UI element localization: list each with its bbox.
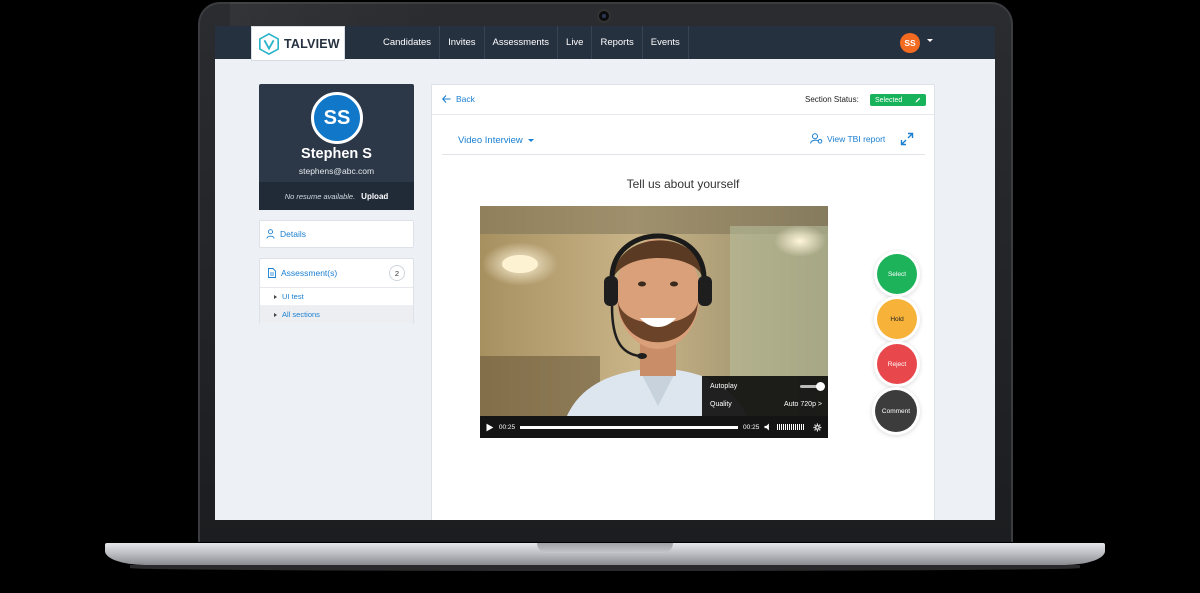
chevron-down-icon[interactable] [927,39,933,42]
select-button[interactable]: Select [877,254,917,294]
details-label: Details [280,229,306,239]
back-label: Back [456,94,475,104]
caret-right-icon [274,294,277,299]
laptop-notch [537,543,673,553]
video-interview-dropdown[interactable]: Video Interview [458,135,534,146]
interview-question: Tell us about yourself [626,177,740,191]
chevron-down-icon [527,139,534,142]
reject-button[interactable]: Reject [877,344,917,384]
logo-text: TALVIEW [284,36,340,51]
nav-item-events[interactable]: Events [643,26,689,59]
user-settings-icon [810,133,823,144]
pencil-icon [915,97,921,103]
toggle-knob [816,382,825,391]
nav-item-live[interactable]: Live [558,26,593,59]
user-avatar[interactable]: SS [900,33,920,53]
autoplay-toggle[interactable] [800,382,825,391]
candidate-name: Stephen S [301,146,372,162]
nav-menu: Candidates Invites Assessments Live Repo… [375,26,689,59]
video-interview-label: Video Interview [458,135,523,146]
autoplay-row[interactable]: Autoplay [710,382,825,391]
resume-status: No resume available. [284,191,356,201]
quality-value: Auto 720p > [784,401,822,408]
assessments-header[interactable]: Assessment(s) 2 [260,259,413,288]
talview-logo-icon [259,32,279,55]
panel-header: Back Section Status: Selected [432,85,934,115]
assessments-label: Assessment(s) [281,268,338,278]
section-tabbar: Video Interview View TBI report [442,125,925,155]
volume-icon[interactable] [764,423,772,431]
upload-resume-link[interactable]: Upload [361,192,388,201]
candidate-avatar: SS [311,92,363,144]
autoplay-label: Autoplay [710,383,738,390]
resume-bar: No resume available. Upload [259,182,414,210]
section-status-label: Section Status: [805,95,859,104]
arrow-left-icon [442,95,451,103]
section-status-badge[interactable]: Selected [870,94,926,106]
caret-right-icon [274,312,277,317]
progress-fill [520,425,739,429]
view-tbi-report-label: View TBI report [827,133,886,144]
document-icon [268,268,276,278]
nav-item-reports[interactable]: Reports [592,26,643,59]
user-icon [266,229,275,239]
webcam-icon [597,9,611,23]
nav-item-candidates[interactable]: Candidates [375,26,441,59]
quality-label: Quality [710,401,732,408]
app-logo[interactable]: TALVIEW [251,26,345,61]
hold-button[interactable]: Hold [877,299,917,339]
assessments-panel: Assessment(s) 2 UI test All sections [259,258,414,324]
progress-bar[interactable] [520,425,739,429]
details-link[interactable]: Details [259,220,414,248]
app-screen: TALVIEW Candidates Invites Assessments L… [215,26,995,520]
assessment-item-all-sections[interactable]: All sections [260,306,413,324]
laptop-foot [130,565,1080,571]
nav-item-assessments[interactable]: Assessments [485,26,559,59]
comment-button[interactable]: Comment [875,390,917,432]
nav-item-invites[interactable]: Invites [440,26,485,59]
assessment-item-ui-test[interactable]: UI test [260,288,413,306]
section-status-value: Selected [875,96,903,104]
player-controls: 00:25 00:25 [480,416,828,438]
quality-row[interactable]: Quality Auto 720p > [710,401,822,408]
assessment-item-label: UI test [282,292,304,301]
current-time: 00:25 [498,423,516,431]
total-time: 00:25 [743,423,760,431]
candidate-email: stephens@abc.com [298,166,375,176]
view-tbi-report-link[interactable]: View TBI report [810,133,885,144]
volume-slider[interactable] [777,424,805,430]
candidate-profile-card: SS Stephen S stephens@abc.com No resume … [259,84,414,210]
review-panel: Back Section Status: Selected Video Inte… [431,84,935,520]
expand-icon[interactable] [900,132,914,146]
lid-reflection [230,2,450,26]
assessments-count-badge: 2 [389,265,405,281]
video-player[interactable]: Autoplay Quality Auto 720p > 00:25 00:25 [480,206,828,438]
assessment-item-label: All sections [282,310,320,319]
gear-icon[interactable] [813,423,822,432]
play-icon[interactable] [486,423,494,432]
back-button[interactable]: Back [442,94,475,104]
top-navigation: TALVIEW Candidates Invites Assessments L… [215,26,995,61]
player-settings-menu: Autoplay Quality Auto 720p > [702,376,828,416]
